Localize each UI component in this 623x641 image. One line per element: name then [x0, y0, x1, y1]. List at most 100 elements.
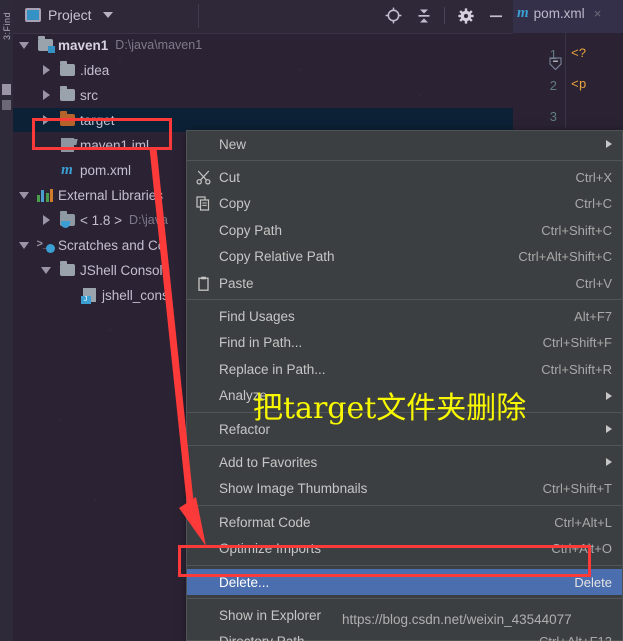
minimize-icon[interactable]: [486, 6, 505, 25]
close-icon[interactable]: ×: [594, 6, 602, 21]
expand-toggle-icon[interactable]: [35, 90, 57, 100]
menu-item-refactor[interactable]: Refactor: [187, 416, 622, 442]
editor-tab-bar: m pom.xml ×: [513, 0, 623, 34]
jdk-folder-icon: [57, 211, 77, 228]
expand-toggle-icon[interactable]: [35, 115, 57, 125]
tree-node-target[interactable]: target: [13, 108, 513, 132]
line-number: 3: [549, 109, 557, 124]
menu-item-new[interactable]: New: [187, 131, 622, 157]
tree-node-idea[interactable]: .idea: [13, 58, 513, 82]
menu-item-label: Copy Relative Path: [219, 249, 335, 265]
tree-node-label: < 1.8 >: [80, 212, 123, 228]
menu-item-optimize-imports[interactable]: Optimize Imports Ctrl+Alt+O: [187, 535, 622, 561]
tree-node-label: jshell_cons: [102, 287, 169, 303]
menu-item-add-to-favorites[interactable]: Add to Favorites: [187, 449, 622, 475]
menu-item-shortcut: Ctrl+Shift+F: [542, 335, 612, 351]
menu-item-show-image-thumbnails[interactable]: Show Image Thumbnails Ctrl+Shift+T: [187, 476, 622, 502]
menu-item-label: Show in Explorer: [219, 607, 322, 623]
jshell-file-icon: [79, 288, 99, 304]
copy-icon: [187, 196, 219, 212]
maven-m-icon: m: [61, 161, 73, 178]
menu-item-label: Find Usages: [219, 309, 295, 325]
menu-item-shortcut: Ctrl+Alt+L: [554, 514, 612, 530]
tree-node-path: D:\java\maven1: [115, 38, 203, 52]
folder-icon: [57, 61, 77, 76]
tree-node-label: pom.xml: [80, 162, 132, 178]
editor-body[interactable]: 1 2 3 <? <p: [513, 33, 623, 128]
tab-pom-xml[interactable]: m pom.xml ×: [517, 5, 601, 22]
menu-item-label: Cut: [219, 170, 241, 186]
clipboard-icon: [187, 276, 219, 291]
module-folder-icon: [35, 36, 55, 53]
menu-separator: [187, 598, 622, 600]
left-tool-strip[interactable]: 3:Find: [0, 0, 13, 641]
tree-node-maven1[interactable]: maven1 D:\java\maven1: [13, 33, 513, 57]
menu-item-label: Refactor: [219, 421, 271, 437]
menu-item-analyze[interactable]: Analyze: [187, 383, 622, 409]
menu-item-cut[interactable]: Cut Ctrl+X: [187, 164, 622, 190]
menu-separator: [187, 564, 622, 566]
tool-window-icon[interactable]: [2, 84, 11, 95]
project-tool-window-header: Project: [13, 0, 513, 34]
tree-node-label: maven1.iml: [80, 137, 150, 153]
editor-gutter[interactable]: 1 2 3: [513, 33, 565, 128]
tool-window-icon-2[interactable]: [2, 100, 11, 110]
chevron-right-icon: [606, 391, 612, 400]
menu-item-copy-relative-path[interactable]: Copy Relative Path Ctrl+Alt+Shift+C: [187, 244, 622, 270]
collapse-all-icon[interactable]: [414, 6, 433, 25]
menu-item-shortcut: Ctrl+C: [574, 196, 612, 212]
menu-item-show-in-explorer[interactable]: Show in Explorer: [187, 602, 622, 628]
ide-window: 3:Find Project maven1 D:\java\maven1 .id…: [0, 0, 623, 641]
tree-node-label: target: [80, 112, 115, 128]
menu-item-shortcut: Ctrl+Alt+F12: [539, 634, 612, 641]
menu-item-copy[interactable]: Copy Ctrl+C: [187, 191, 622, 217]
menu-separator: [187, 445, 622, 447]
gutter-divider: [565, 33, 566, 128]
menu-item-find-in-path[interactable]: Find in Path... Ctrl+Shift+F: [187, 330, 622, 356]
gear-icon[interactable]: [456, 6, 475, 25]
menu-item-label: Replace in Path...: [219, 361, 326, 377]
menu-item-label: Directory Path: [219, 634, 521, 641]
menu-separator: [187, 160, 622, 162]
menu-item-label: Reformat Code: [219, 514, 311, 530]
menu-item-reformat-code[interactable]: Reformat Code Ctrl+Alt+L: [187, 509, 622, 535]
locate-icon[interactable]: [384, 6, 403, 25]
code-fold-icon[interactable]: [549, 57, 562, 71]
expand-toggle-icon[interactable]: [35, 215, 57, 225]
tool-strip-label[interactable]: 3:Find: [2, 0, 12, 40]
expand-toggle-icon[interactable]: [13, 191, 35, 199]
menu-item-label: Copy Path: [219, 222, 283, 238]
maven-m-icon: m: [517, 5, 529, 21]
chevron-right-icon: [606, 425, 612, 434]
menu-item-shortcut: Alt+F7: [574, 309, 612, 325]
page-title: Project: [48, 7, 92, 23]
menu-item-label: Add to Favorites: [219, 454, 318, 470]
line-number: 2: [549, 78, 557, 93]
menu-item-copy-path[interactable]: Copy Path Ctrl+Shift+C: [187, 217, 622, 243]
menu-item-directory-path[interactable]: Directory Path Ctrl+Alt+F12: [187, 629, 622, 641]
menu-item-find-usages[interactable]: Find Usages Alt+F7: [187, 303, 622, 329]
project-title-button[interactable]: Project: [25, 7, 113, 23]
chevron-right-icon: [606, 458, 612, 467]
menu-item-paste[interactable]: Paste Ctrl+V: [187, 270, 622, 296]
expand-toggle-icon[interactable]: [35, 65, 57, 75]
actions-separator: [444, 7, 445, 24]
tree-node-label: src: [80, 87, 98, 103]
expand-toggle-icon[interactable]: [35, 266, 57, 274]
expand-toggle-icon[interactable]: [13, 241, 35, 249]
menu-item-shortcut: Ctrl+Alt+Shift+C: [518, 249, 612, 265]
chevron-down-icon[interactable]: [102, 12, 113, 18]
menu-item-delete[interactable]: Delete... Delete: [187, 568, 622, 596]
folder-icon: [57, 86, 77, 101]
tab-label: pom.xml: [533, 6, 585, 21]
scratches-icon: >_: [35, 238, 55, 253]
menu-item-replace-in-path[interactable]: Replace in Path... Ctrl+Shift+R: [187, 356, 622, 382]
tree-node-src[interactable]: src: [13, 83, 513, 107]
menu-separator: [187, 505, 622, 507]
context-menu[interactable]: New Cut Ctrl+X Copy Ctrl+C Copy Path Ctr…: [186, 130, 623, 641]
menu-item-label: Delete...: [219, 574, 270, 590]
menu-item-shortcut: Ctrl+Shift+R: [541, 361, 612, 377]
expand-toggle-icon[interactable]: [13, 41, 35, 49]
menu-item-label: New: [219, 136, 247, 152]
menu-item-shortcut: Ctrl+X: [575, 170, 612, 186]
